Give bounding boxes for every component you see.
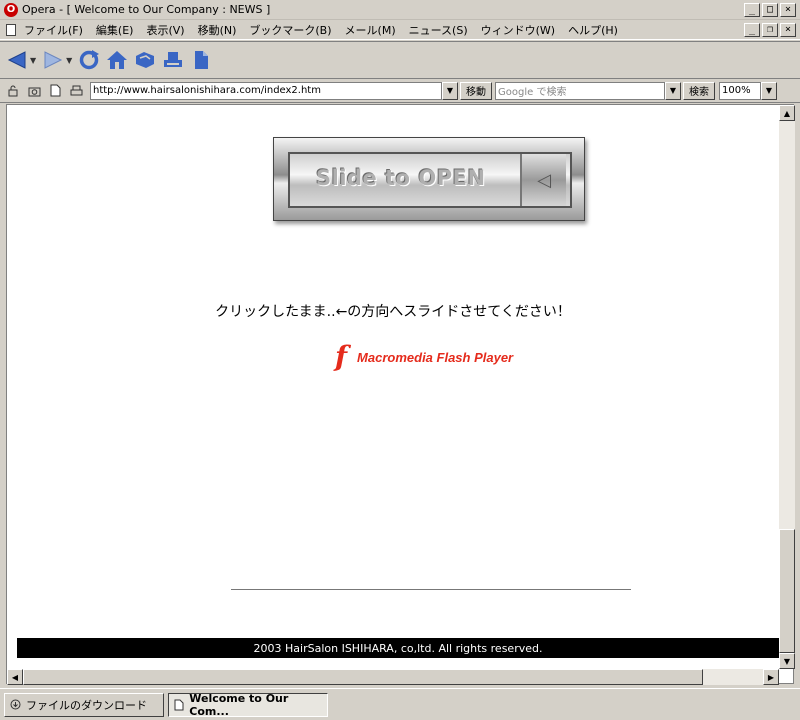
menu-help[interactable]: ヘルプ(H) [568,22,618,38]
vertical-scrollbar[interactable]: ▲ ▼ [779,105,795,669]
scroll-right-icon[interactable]: ▶ [763,669,779,685]
print-icon[interactable] [162,49,184,71]
bookmark-hand-icon[interactable] [134,49,156,71]
menu-mail[interactable]: メール(M) [345,22,396,38]
instruction-text: クリックしたまま..←の方向へスライドさせてください！ [215,304,571,320]
page-tab-icon [174,699,184,711]
zoom-input[interactable]: 100% [719,81,761,100]
flash-logo-icon: f [335,340,348,373]
address-input[interactable]: http://www.hairsalonishihara.com/index2.… [90,81,442,100]
document-icon [6,23,16,36]
security-lock-icon[interactable] [6,84,20,98]
flash-player-label: Macromedia Flash Player [357,349,514,365]
title-bar: O Opera - [ Welcome to Our Company : NEW… [0,0,800,20]
page-content: Slide to OPEN ◁ クリックしたまま..←の方向へスライドさせてくだ… [7,105,779,669]
copyright-text: 2003 HairSalon ISHIHARA, co,ltd. All rig… [253,641,543,655]
address-dropdown-icon[interactable]: ▼ [442,81,458,100]
horizontal-scroll-thumb[interactable] [23,669,703,685]
scroll-down-icon[interactable]: ▼ [779,653,795,669]
menu-bookmarks[interactable]: ブックマーク(B) [249,22,331,38]
slider-label: Slide to OPEN [316,166,486,190]
window-controls: _ □ × [744,3,796,17]
menu-file[interactable]: ファイル(F) [24,22,83,38]
camera-icon[interactable] [27,84,41,98]
slider-track: Slide to OPEN ◁ [288,152,572,208]
slide-to-open-flash[interactable]: Slide to OPEN ◁ [273,137,585,221]
page-icon[interactable] [190,49,212,71]
back-arrow-icon[interactable] [6,49,28,71]
close-button[interactable]: × [780,3,796,17]
page-viewport: Slide to OPEN ◁ クリックしたまま..←の方向へスライドさせてくだ… [6,104,795,685]
slider-handle[interactable]: ◁ [520,154,566,206]
menu-navigate[interactable]: 移動(N) [198,22,237,38]
download-icon [10,699,21,711]
address-toolbar: http://www.hairsalonishihara.com/index2.… [0,79,800,103]
flash-player-link[interactable]: f Macromedia Flash Player [335,343,513,371]
back-dropdown-icon[interactable]: ▼ [30,56,36,65]
search-input[interactable]: Google で検索 [495,81,665,100]
minimize-button[interactable]: _ [744,3,760,17]
doc-close-button[interactable]: × [780,23,796,37]
menu-news[interactable]: ニュース(S) [409,22,468,38]
window-tab-bar: ファイルのダウンロード Welcome to Our Com... [0,688,800,720]
doc-minimize-button[interactable]: _ [744,23,760,37]
zoom-dropdown-icon[interactable]: ▼ [761,81,777,100]
search-dropdown-icon[interactable]: ▼ [665,81,681,100]
scroll-up-icon[interactable]: ▲ [779,105,795,121]
horizontal-scrollbar[interactable]: ◀ ▶ [7,669,779,685]
menu-edit[interactable]: 編集(E) [96,22,134,38]
forward-dropdown-icon[interactable]: ▼ [66,56,72,65]
new-page-icon[interactable] [48,84,62,98]
tab-label: ファイルのダウンロード [26,698,147,712]
home-icon[interactable] [106,49,128,71]
menu-view[interactable]: 表示(V) [146,22,184,38]
scroll-left-icon[interactable]: ◀ [7,669,23,685]
doc-restore-button[interactable]: ❐ [762,23,778,37]
menu-window[interactable]: ウィンドウ(W) [481,22,555,38]
printer-icon[interactable] [69,84,83,98]
navigation-toolbar: ▼ ▼ [0,41,800,79]
search-button[interactable]: 検索 [683,81,715,100]
reload-icon[interactable] [78,49,100,71]
maximize-button[interactable]: □ [762,3,778,17]
forward-arrow-icon[interactable] [42,49,64,71]
vertical-scroll-thumb[interactable] [779,529,795,653]
window-title: Opera - [ Welcome to Our Company : NEWS … [22,3,271,16]
divider [231,589,631,590]
tab-welcome-page[interactable]: Welcome to Our Com... [168,691,328,718]
tab-downloads[interactable]: ファイルのダウンロード [4,692,164,717]
go-button[interactable]: 移動 [460,81,492,100]
document-window-controls: _ ❐ × [744,23,796,37]
copyright-footer: 2003 HairSalon ISHIHARA, co,ltd. All rig… [17,638,779,658]
tab-label: Welcome to Our Com... [189,691,289,718]
menu-bar: ファイル(F) 編集(E) 表示(V) 移動(N) ブックマーク(B) メール(… [0,20,800,40]
opera-logo-icon: O [4,2,18,17]
left-arrow-icon: ◁ [537,169,551,191]
